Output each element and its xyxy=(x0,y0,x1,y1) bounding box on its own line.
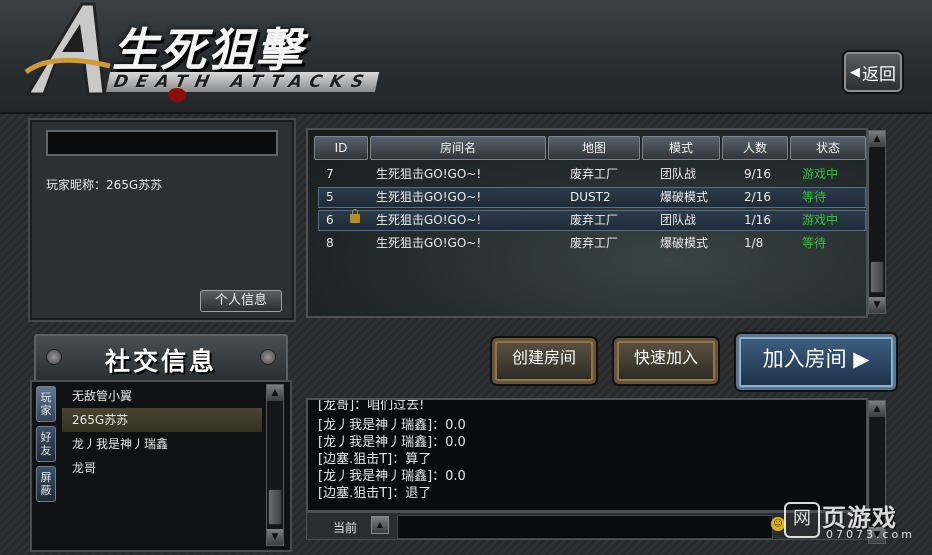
watermark-url: 07073.com xyxy=(826,528,915,541)
column-header-map[interactable]: 地图 xyxy=(548,136,640,160)
room-status: 游戏中 xyxy=(802,167,839,181)
emoji-icon[interactable]: ☺ xyxy=(771,517,785,531)
room-map: 废弃工厂 xyxy=(570,236,619,250)
list-item[interactable]: 龙哥 xyxy=(62,456,262,480)
game-subtitle: DEATH ATTACKS xyxy=(105,72,380,92)
player-name-box xyxy=(46,130,278,156)
friends-scrollbar[interactable]: ▲ ▼ xyxy=(266,384,284,546)
bolt-icon xyxy=(260,349,276,365)
room-mode: 爆破模式 xyxy=(660,236,709,250)
room-list: ID 房间名 地图 模式 人数 状态 7 生死狙击GO!GO~! 废弃工厂 团队… xyxy=(306,128,868,318)
scroll-up-icon[interactable]: ▲ xyxy=(869,401,885,417)
room-name: 生死狙击GO!GO~! xyxy=(376,190,482,204)
room-players: 2/16 xyxy=(744,190,771,204)
room-players: 1/16 xyxy=(744,213,771,227)
column-header-id[interactable]: ID xyxy=(314,136,368,160)
watermark-logo-icon: 网 xyxy=(784,502,820,538)
table-row[interactable]: 6 生死狙击GO!GO~! 废弃工厂 团队战 1/16 游戏中 xyxy=(318,209,866,231)
player-nickname: 玩家昵称：265G苏苏 xyxy=(46,178,163,192)
join-room-button[interactable]: 加入房间 ▶ xyxy=(736,334,896,390)
tab-blocked[interactable]: 屏蔽 xyxy=(36,466,56,502)
room-map: DUST2 xyxy=(570,190,611,204)
column-header-status[interactable]: 状态 xyxy=(790,136,866,160)
list-item[interactable]: 265G苏苏 xyxy=(62,408,262,432)
watermark: 网 页游戏 07073.com xyxy=(784,498,924,550)
back-button[interactable]: ◀ 返回 xyxy=(844,52,902,92)
scroll-up-icon[interactable]: ▲ xyxy=(267,385,283,401)
list-item[interactable]: 龙丿我是神丿瑞鑫 xyxy=(62,432,262,456)
logo-emblem-icon xyxy=(24,2,111,96)
tab-players[interactable]: 玩家 xyxy=(36,386,56,422)
back-arrow-icon: ◀ xyxy=(850,64,860,80)
room-list-scrollbar[interactable]: ▲ ▼ xyxy=(868,130,886,314)
room-players: 1/8 xyxy=(744,236,764,250)
personal-info-button[interactable]: 个人信息 xyxy=(200,290,282,312)
tab-friends[interactable]: 好友 xyxy=(36,426,56,462)
chat-input[interactable] xyxy=(397,515,773,539)
back-button-label: 返回 xyxy=(862,64,896,85)
create-room-button[interactable]: 创建房间 xyxy=(492,338,596,384)
room-id: 6 xyxy=(326,213,334,227)
table-row[interactable]: 8 生死狙击GO!GO~! 废弃工厂 爆破模式 1/8 等待 xyxy=(318,233,866,254)
chat-log: [龙哥]：咱们过去! [龙丿我是神丿瑞鑫]：0.0 [龙丿我是神丿瑞鑫]：0.0… xyxy=(306,398,868,512)
scroll-up-icon[interactable]: ▲ xyxy=(869,131,885,147)
social-title: 社交信息 xyxy=(104,347,217,376)
social-header: 社交信息 xyxy=(34,334,288,382)
room-map: 废弃工厂 xyxy=(570,213,619,227)
room-mode: 团队战 xyxy=(660,167,697,181)
list-item[interactable]: 无敌管小翼 xyxy=(62,384,262,408)
room-mode: 爆破模式 xyxy=(660,190,709,204)
scroll-thumb[interactable] xyxy=(268,489,282,525)
room-status: 等待 xyxy=(802,236,827,250)
column-header-room-name[interactable]: 房间名 xyxy=(370,136,546,160)
game-title: 生死狙擊 xyxy=(112,23,304,77)
channel-select-icon[interactable]: ▲ xyxy=(371,516,389,534)
scroll-down-icon[interactable]: ▼ xyxy=(869,297,885,313)
room-status: 等待 xyxy=(802,190,827,204)
chat-message: [边塞.狙击T]：退了 xyxy=(318,486,432,501)
room-status: 游戏中 xyxy=(802,213,839,227)
room-id: 5 xyxy=(326,190,334,204)
room-name: 生死狙击GO!GO~! xyxy=(376,167,482,181)
column-header-mode[interactable]: 模式 xyxy=(642,136,720,160)
table-row[interactable]: 7 生死狙击GO!GO~! 废弃工厂 团队战 9/16 游戏中 xyxy=(318,164,866,185)
table-row[interactable]: 5 生死狙击GO!GO~! DUST2 爆破模式 2/16 等待 xyxy=(318,187,866,208)
room-id: 7 xyxy=(326,167,334,181)
quick-join-button[interactable]: 快速加入 xyxy=(614,338,718,384)
chat-message: [龙哥]：咱们过去! xyxy=(318,398,425,413)
scroll-down-icon[interactable]: ▼ xyxy=(267,529,283,545)
column-header-players[interactable]: 人数 xyxy=(722,136,788,160)
social-panel: 玩家 好友 屏蔽 无敌管小翼 265G苏苏 龙丿我是神丿瑞鑫 龙哥 ▲ ▼ xyxy=(30,380,292,552)
chat-channel-label: 当前 xyxy=(333,521,358,535)
room-map: 废弃工厂 xyxy=(570,167,619,181)
room-mode: 团队战 xyxy=(660,213,697,227)
lock-icon xyxy=(350,209,360,223)
scroll-thumb[interactable] xyxy=(870,261,884,293)
room-players: 9/16 xyxy=(744,167,771,181)
profile-panel: 玩家昵称：265G苏苏 个人信息 xyxy=(28,118,296,322)
room-name: 生死狙击GO!GO~! xyxy=(376,236,482,250)
blood-splatter-icon xyxy=(168,88,186,102)
room-id: 8 xyxy=(326,236,334,250)
room-name: 生死狙击GO!GO~! xyxy=(376,213,482,227)
header-bar: 生死狙擊 DEATH ATTACKS ◀ 返回 xyxy=(0,0,932,114)
